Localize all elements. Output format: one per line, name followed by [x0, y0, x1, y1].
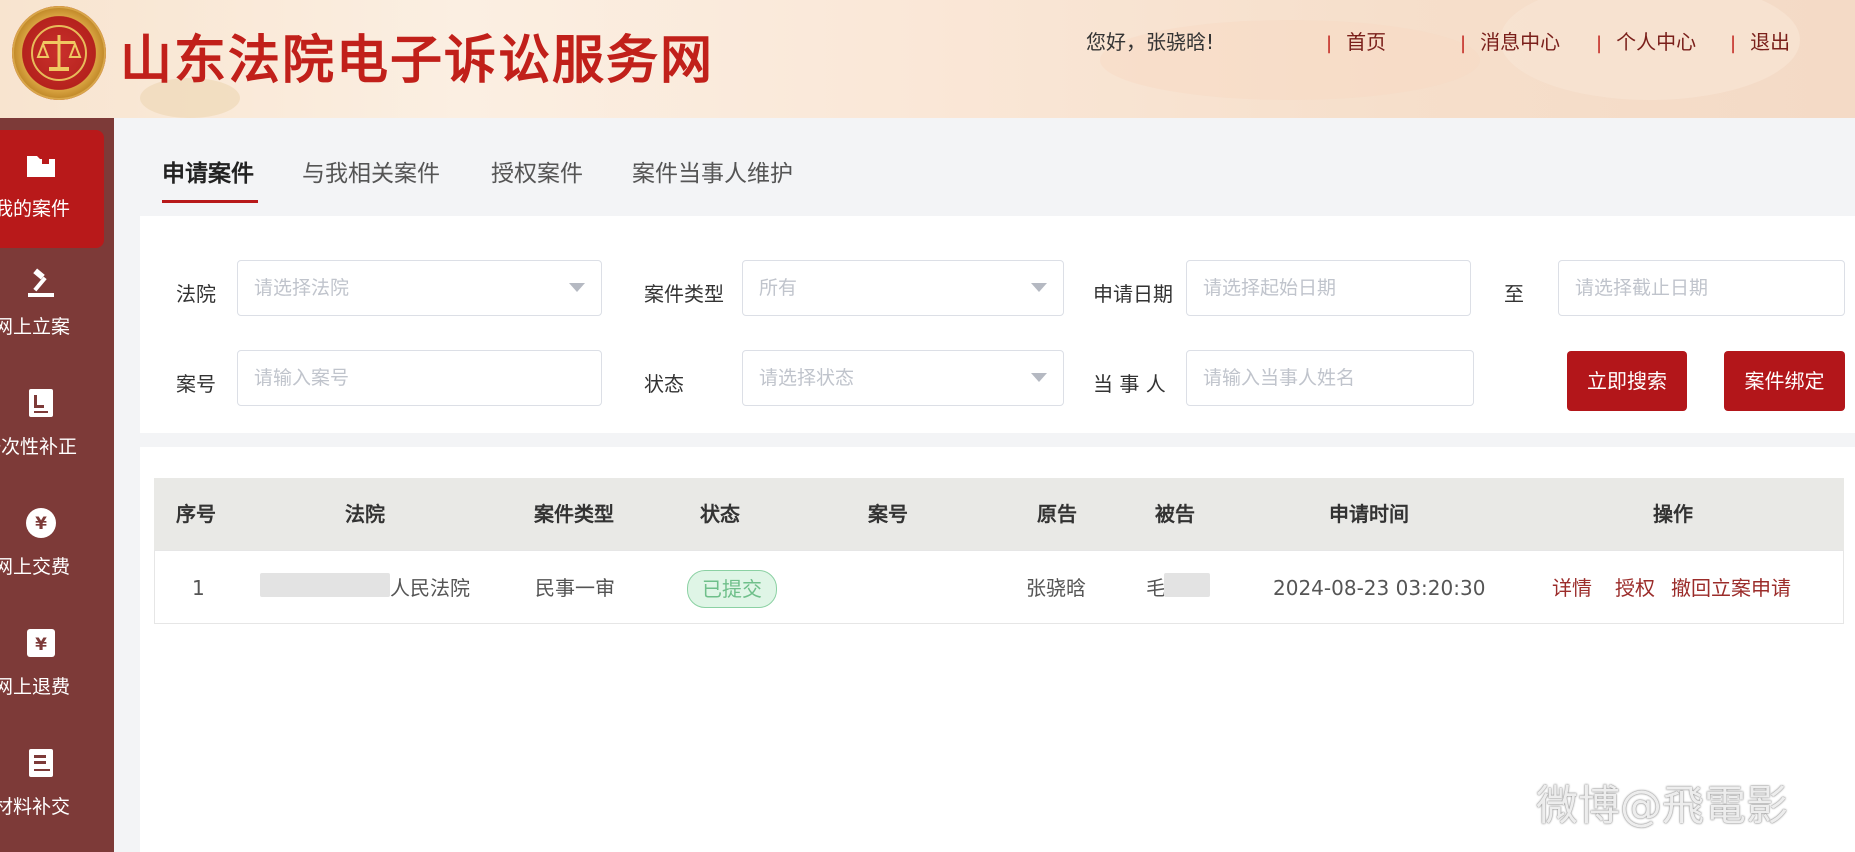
tab-applied-cases[interactable]: 申请案件 — [162, 154, 254, 188]
sidebar-item-material-submission[interactable]: 材料补交 — [0, 728, 104, 846]
details-link[interactable]: 详情 — [1552, 552, 1592, 624]
status-badge: 已提交 — [687, 570, 777, 608]
active-tab-indicator — [162, 200, 258, 203]
yuan-square-icon: ¥ — [27, 629, 55, 657]
column-header-index: 序号 — [176, 502, 216, 526]
row-case-type: 民事一审 — [535, 576, 615, 600]
case-type-label: 案件类型 — [644, 282, 724, 306]
row-court: 人民法院 — [390, 576, 470, 600]
tab-related-cases[interactable]: 与我相关案件 — [302, 154, 440, 188]
court-select[interactable]: 请选择法院 — [237, 260, 602, 316]
redacted-defendant-name — [1164, 573, 1210, 597]
party-name-input[interactable]: 请输入当事人姓名 — [1186, 350, 1474, 406]
user-greeting: 您好，张骁晗! — [1086, 30, 1215, 54]
nav-messages[interactable]: | 消息中心 — [1460, 26, 1560, 55]
case-number-input[interactable]: 请输入案号 — [237, 350, 602, 406]
column-header-case-number: 案号 — [868, 502, 908, 526]
case-type-select[interactable]: 所有 — [742, 260, 1064, 316]
apply-date-label: 申请日期 — [1093, 282, 1173, 306]
row-plaintiff: 张骁晗 — [1026, 576, 1086, 600]
redacted-court-name — [260, 573, 390, 597]
withdraw-filing-link[interactable]: 撤回立案申请 — [1671, 552, 1791, 624]
authorize-link[interactable]: 授权 — [1615, 552, 1655, 624]
column-header-status: 状态 — [700, 502, 740, 526]
status-label: 状态 — [644, 372, 684, 396]
case-number-label: 案号 — [176, 372, 216, 396]
sidebar: 我的案件 网上立案 一次性补正 ¥ 网上交费 ¥ 网上退费 — [0, 118, 114, 852]
sidebar-item-online-payment[interactable]: ¥ 网上交费 — [0, 488, 104, 606]
chevron-down-icon — [1031, 373, 1047, 382]
end-date-input[interactable]: 请选择截止日期 — [1558, 260, 1845, 316]
document-edit-icon — [29, 389, 53, 417]
sidebar-item-label: 材料补交 — [0, 796, 71, 818]
nav-logout[interactable]: | 退出 — [1730, 26, 1790, 55]
chevron-down-icon — [1031, 283, 1047, 292]
sidebar-item-label: 网上交费 — [0, 556, 71, 578]
table-header — [154, 478, 1844, 550]
sidebar-item-online-filing[interactable]: 网上立案 — [0, 248, 104, 366]
site-title: 山东法院电子诉讼服务网 — [120, 30, 715, 91]
row-apply-time: 2024-08-23 03:20:30 — [1273, 576, 1486, 600]
row-defendant: 毛 — [1146, 576, 1166, 600]
chevron-down-icon — [569, 283, 585, 292]
column-header-case-type: 案件类型 — [534, 502, 614, 526]
sidebar-item-label: 网上退费 — [0, 676, 71, 698]
status-select[interactable]: 请选择状态 — [742, 350, 1064, 406]
column-header-court: 法院 — [345, 502, 385, 526]
site-header: 山东法院电子诉讼服务网 您好，张骁晗! | 首页 | 消息中心 | 个人中心 | 退出 — [0, 0, 1855, 118]
tab-authorized-cases[interactable]: 授权案件 — [491, 154, 583, 188]
gavel-icon — [28, 268, 54, 297]
svg-text:¥: ¥ — [35, 635, 47, 655]
weibo-watermark: 微博@飛電影 — [1536, 781, 1789, 830]
bind-case-button[interactable]: 案件绑定 — [1724, 351, 1845, 411]
document-list-icon — [29, 749, 53, 777]
start-date-input[interactable]: 请选择起始日期 — [1186, 260, 1471, 316]
column-header-defendant: 被告 — [1155, 502, 1195, 526]
svg-text:¥: ¥ — [35, 514, 47, 534]
sidebar-item-label: 我的案件 — [0, 198, 71, 220]
search-button[interactable]: 立即搜索 — [1567, 351, 1687, 411]
party-label: 当 事 人 — [1093, 372, 1166, 396]
folder-icon — [27, 156, 55, 177]
row-index: 1 — [192, 576, 205, 600]
date-range-to-label: 至 — [1504, 282, 1524, 306]
sidebar-item-one-time-correction[interactable]: 一次性补正 — [0, 368, 104, 486]
tab-party-maintenance[interactable]: 案件当事人维护 — [632, 154, 793, 188]
sidebar-item-my-cases[interactable]: 我的案件 — [0, 130, 104, 248]
sidebar-item-label: 网上立案 — [0, 316, 71, 338]
sidebar-item-label: 一次性补正 — [0, 436, 78, 458]
column-header-actions: 操作 — [1653, 502, 1693, 526]
column-header-apply-time: 申请时间 — [1329, 502, 1409, 526]
yuan-circle-icon: ¥ — [26, 508, 56, 538]
court-emblem-icon — [12, 6, 106, 100]
nav-home[interactable]: | 首页 — [1326, 26, 1386, 55]
court-label: 法院 — [176, 282, 216, 306]
nav-profile[interactable]: | 个人中心 — [1596, 26, 1696, 55]
column-header-plaintiff: 原告 — [1037, 502, 1077, 526]
sidebar-item-online-refund[interactable]: ¥ 网上退费 — [0, 608, 104, 726]
